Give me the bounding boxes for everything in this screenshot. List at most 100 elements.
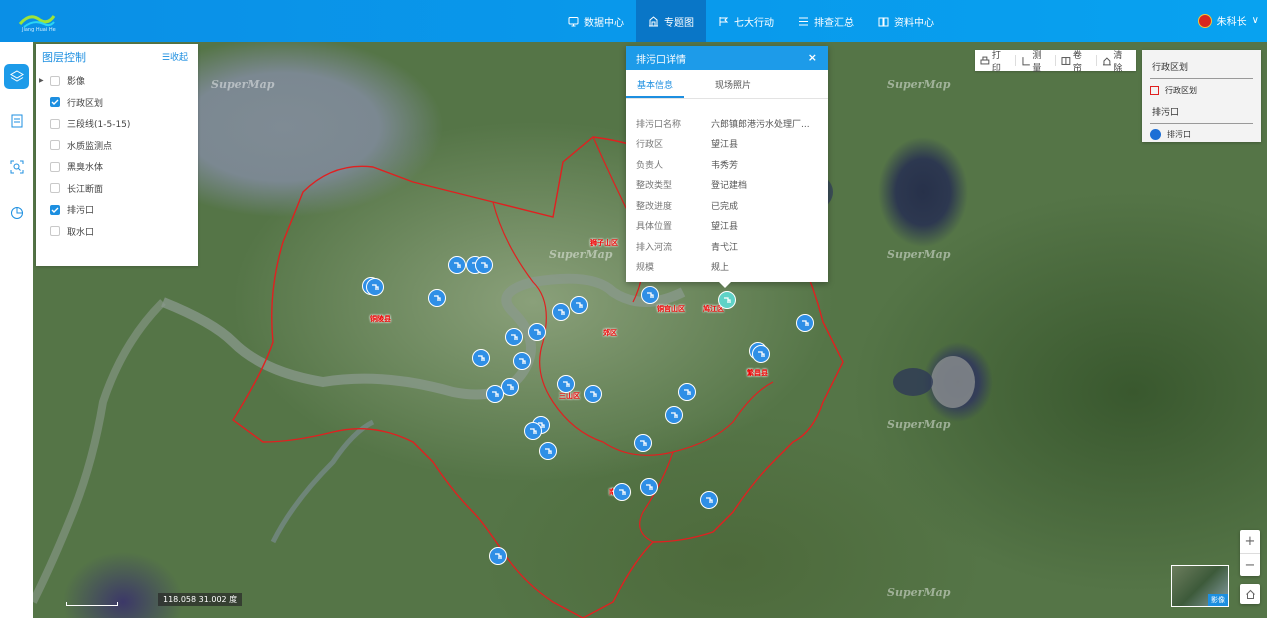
info-row: 规模 规上	[626, 257, 828, 278]
outfall-marker[interactable]	[665, 406, 683, 424]
layers-button[interactable]	[4, 64, 29, 89]
layers-icon	[9, 69, 24, 82]
outfall-marker[interactable]	[528, 323, 546, 341]
outfall-icon	[724, 297, 731, 303]
eraser-icon	[1102, 56, 1111, 65]
zoom-in-button[interactable]: +	[1240, 530, 1260, 554]
info-value: 已完成	[711, 201, 739, 212]
building-icon	[649, 15, 658, 26]
toolbar-label: 卷帘	[1072, 50, 1082, 74]
layer-checkbox[interactable]	[50, 161, 60, 172]
tab-site-photos[interactable]: 现场照片	[704, 70, 762, 98]
statistics-button[interactable]	[4, 200, 29, 225]
outfall-marker[interactable]	[428, 289, 446, 307]
legend-label: 行政区划	[1165, 86, 1197, 95]
layer-checkbox[interactable]	[50, 97, 60, 108]
outfall-marker[interactable]	[570, 296, 588, 314]
nav-survey-summary[interactable]: 排查汇总	[786, 0, 866, 42]
basemap-switcher[interactable]: 影像	[1171, 565, 1229, 607]
home-button[interactable]	[1240, 584, 1260, 604]
layer-panel-title: 图层控制	[42, 51, 86, 64]
legend-item: 排污口	[1142, 129, 1261, 140]
search-area-button[interactable]	[4, 154, 29, 179]
layer-label: 黑臭水体	[67, 163, 104, 174]
outfall-marker[interactable]	[641, 286, 659, 304]
layer-checkbox[interactable]	[50, 118, 60, 129]
outfall-marker[interactable]	[796, 314, 814, 332]
outfall-marker[interactable]	[505, 328, 523, 346]
layer-item-outfall[interactable]: 排污口	[36, 199, 198, 221]
outfall-marker[interactable]	[557, 375, 575, 393]
layer-item-three-lines[interactable]: 三段线(1-5-15)	[36, 113, 198, 135]
popup-title: 排污口详情	[636, 54, 686, 66]
check-icon	[51, 99, 59, 106]
layer-item-river-section[interactable]: 长江断面	[36, 178, 198, 200]
layer-checkbox[interactable]	[50, 140, 60, 151]
list-icon	[799, 17, 808, 25]
layer-checkbox[interactable]	[50, 204, 60, 215]
search-area-icon	[10, 160, 23, 173]
nav-thematic-map[interactable]: 专题图	[636, 0, 706, 42]
outfall-marker[interactable]	[486, 385, 504, 403]
tab-basic-info[interactable]: 基本信息	[626, 70, 685, 98]
map-watermark: SuperMap	[887, 586, 951, 599]
emblem-icon	[1197, 13, 1212, 28]
document-button[interactable]	[4, 108, 29, 133]
district-label: 铜官山区	[657, 305, 685, 313]
legend-divider	[1150, 123, 1253, 124]
nav-label: 七大行动	[734, 17, 774, 29]
outfall-marker[interactable]	[539, 442, 557, 460]
nav-resource-center[interactable]: 资料中心	[866, 0, 946, 42]
outfall-marker[interactable]	[634, 434, 652, 452]
district-label: 郊区	[603, 329, 617, 337]
district-label: 繁昌县	[747, 369, 768, 377]
outfall-marker[interactable]	[584, 385, 602, 403]
layer-item-water-intake[interactable]: 取水口	[36, 221, 198, 243]
outfall-marker[interactable]	[700, 491, 718, 509]
print-button[interactable]: 打印	[975, 51, 1016, 74]
outfall-marker[interactable]	[513, 352, 531, 370]
map-watermark: SuperMap	[211, 78, 275, 91]
layer-item-water-quality[interactable]: 水质监测点	[36, 135, 198, 157]
outfall-marker[interactable]	[475, 256, 493, 274]
info-value: 韦秀芳	[711, 160, 739, 171]
nav-data-center[interactable]: 数据中心	[556, 0, 636, 42]
outfall-marker[interactable]	[552, 303, 570, 321]
left-toolbar	[0, 42, 33, 618]
layer-checkbox[interactable]	[50, 183, 60, 194]
chevron-down-icon: ∨	[1251, 15, 1259, 26]
outfall-marker[interactable]	[472, 349, 490, 367]
swipe-button[interactable]: 卷帘	[1056, 51, 1097, 74]
zoom-out-button[interactable]: −	[1240, 554, 1260, 577]
outfall-icon	[706, 497, 713, 503]
layer-item-admin-division[interactable]: 行政区划	[36, 92, 198, 114]
outfall-marker[interactable]	[613, 483, 631, 501]
layer-item-imagery[interactable]: ▶ 影像	[36, 70, 198, 92]
close-icon[interactable]: ×	[808, 51, 817, 64]
nav-label: 排查汇总	[814, 17, 854, 29]
basemap-label: 影像	[1208, 594, 1228, 606]
outfall-marker[interactable]	[640, 478, 658, 496]
map-toolbar: 打印 测量 卷帘 清除	[975, 50, 1137, 74]
selected-outfall-marker[interactable]	[718, 291, 736, 309]
outfall-marker[interactable]	[366, 278, 384, 296]
flag-icon	[719, 16, 729, 26]
measure-button[interactable]: 测量	[1016, 51, 1056, 74]
district-label: 狮子山区	[590, 239, 618, 247]
caret-right-icon[interactable]: ▶	[39, 77, 44, 84]
document-icon	[11, 114, 22, 127]
outfall-marker[interactable]	[489, 547, 507, 565]
layer-checkbox[interactable]	[50, 75, 60, 86]
nav-seven-actions[interactable]: 七大行动	[706, 0, 786, 42]
map-legend: 行政区划 行政区划 排污口 排污口	[1142, 50, 1261, 142]
outfall-marker[interactable]	[448, 256, 466, 274]
info-value: 望江县	[711, 140, 739, 151]
user-menu[interactable]: 朱科长 ∨	[1197, 13, 1259, 28]
outfall-marker[interactable]	[752, 345, 770, 363]
outfall-marker[interactable]	[524, 422, 542, 440]
clear-button[interactable]: 清除	[1097, 51, 1137, 74]
layer-item-black-odor-water[interactable]: 黑臭水体	[36, 156, 198, 178]
collapse-button[interactable]: ☰收起	[162, 50, 188, 63]
outfall-marker[interactable]	[678, 383, 696, 401]
layer-checkbox[interactable]	[50, 226, 60, 237]
